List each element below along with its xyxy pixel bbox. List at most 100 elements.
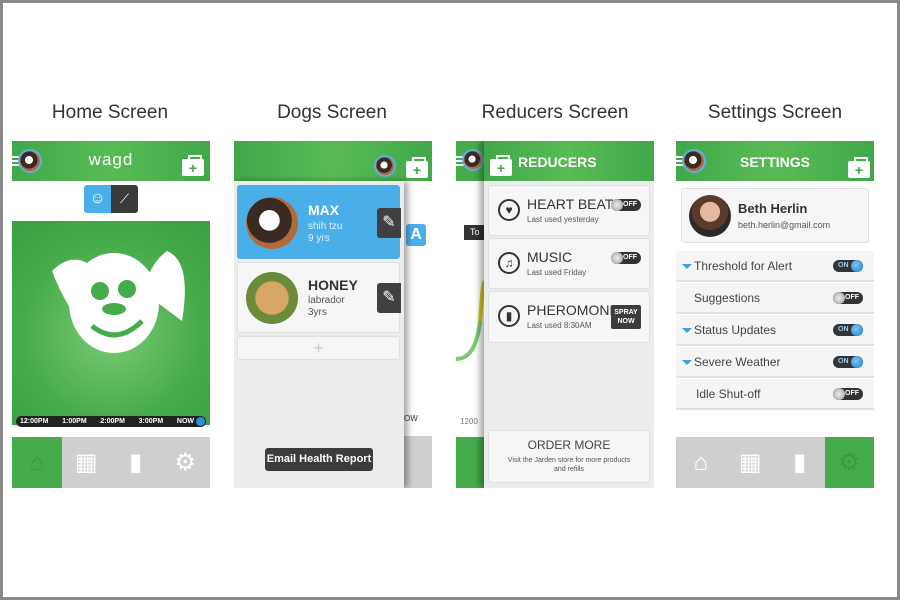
dogs-screen: A OW MAX shih tzu 9 yrs ✎ HONEY labrador… — [234, 141, 432, 488]
timeline-label: 12:00PM — [20, 418, 49, 425]
setting-severe-weather[interactable]: Severe Weather ON — [676, 347, 874, 378]
view-toggle: ☺ ⟋ — [84, 185, 138, 213]
dog-mascot-icon — [52, 251, 185, 353]
timeline-label: 1:00PM — [62, 418, 87, 425]
heart-icon: ♥ — [498, 199, 520, 221]
expand-arrow-icon[interactable] — [682, 264, 692, 269]
background-home-fragment: A OW — [404, 181, 432, 488]
dog-face-icon[interactable]: ☺ — [84, 185, 111, 213]
fragment-letter: A — [406, 224, 426, 246]
edit-pencil-icon[interactable]: ✎ — [377, 208, 401, 238]
fragment-tab: To — [464, 225, 484, 240]
fragment-time: 1200 — [460, 417, 478, 426]
dogs-drawer: MAX shih tzu 9 yrs ✎ HONEY labrador 3yrs… — [234, 181, 404, 488]
status-updates-toggle[interactable]: ON — [833, 324, 863, 336]
dog-breed: shih tzu — [308, 221, 343, 232]
dog-item-max[interactable]: MAX shih tzu 9 yrs ✎ — [237, 185, 401, 259]
setting-suggestions[interactable]: Suggestions OFF — [676, 283, 874, 314]
dog-age: 9 yrs — [308, 233, 330, 244]
suggestions-toggle[interactable]: OFF — [833, 292, 863, 304]
music-toggle[interactable]: OFF — [611, 252, 641, 264]
first-aid-kit-icon[interactable] — [182, 155, 204, 176]
email-health-report-button[interactable]: Email Health Report — [265, 448, 373, 471]
heart-beat-toggle[interactable]: OFF — [611, 199, 641, 211]
header: wagd — [12, 141, 210, 181]
timeline-label: 2:00PM — [100, 418, 125, 425]
reducer-last-used: Last used yesterday — [527, 215, 599, 224]
dog-breed: labrador — [308, 295, 345, 306]
dog-status-panel: 12:00PM 1:00PM 2:00PM 3:00PM NOW — [12, 221, 210, 427]
user-email: beth.herlin@gmail.com — [738, 220, 831, 230]
page-title: SETTINGS — [739, 154, 810, 170]
dog-photo — [246, 197, 298, 249]
bottom-nav: ⌂ ▦ ▮ ⚙ — [676, 437, 874, 488]
spray-can-icon: ▮ — [498, 305, 520, 327]
add-dog-button[interactable]: + — [237, 336, 400, 360]
setting-idle-shut-off[interactable]: Idle Shut-off OFF — [676, 379, 874, 410]
drawer-title: REDUCERS — [518, 154, 597, 170]
home-icon[interactable]: ⌂ — [12, 437, 62, 488]
dogs-screen-title: Dogs Screen — [277, 102, 387, 123]
dog-name: HONEY — [308, 277, 358, 293]
dog-avatar[interactable] — [462, 149, 484, 171]
setting-status-updates[interactable]: Status Updates ON — [676, 315, 874, 346]
reducers-screen: To 1200 REDUCERS ♥ HEART BEAT Last used … — [456, 141, 654, 488]
reducer-name: MUSIC — [527, 249, 573, 265]
timeline-handle[interactable] — [196, 417, 205, 426]
user-avatar — [689, 195, 731, 237]
reducers-screen-title: Reducers Screen — [481, 102, 629, 123]
calendar-icon[interactable]: ▦ — [726, 437, 776, 488]
edit-pencil-icon[interactable]: ✎ — [377, 283, 401, 313]
header: REDUCERS — [484, 141, 654, 181]
user-profile-card[interactable]: Beth Herlin beth.herlin@gmail.com — [681, 188, 869, 243]
expand-arrow-icon[interactable] — [682, 360, 692, 365]
spray-now-button[interactable]: SPRAY NOW — [611, 305, 641, 329]
calendar-icon[interactable]: ▦ — [62, 437, 112, 488]
plus-icon: + — [313, 338, 324, 358]
idle-shut-off-toggle[interactable]: OFF — [833, 388, 863, 400]
reducer-last-used: Last used Friday — [527, 268, 587, 277]
line-chart-icon[interactable]: ⟋ — [111, 185, 138, 213]
fragment-time: OW — [404, 414, 418, 423]
settings-screen: SETTINGS Beth Herlin beth.herlin@gmail.c… — [676, 141, 874, 488]
bottom-nav: ⌂ ▦ ▮ ⚙ — [12, 437, 210, 488]
gear-icon[interactable]: ⚙ — [824, 437, 874, 488]
reducer-name: HEART BEAT — [527, 196, 614, 212]
header: SETTINGS — [676, 141, 874, 181]
home-icon[interactable]: ⌂ — [676, 437, 726, 488]
reducer-name: PHEROMONE — [527, 302, 619, 318]
first-aid-kit-icon — [490, 155, 512, 176]
dog-item-honey[interactable]: HONEY labrador 3yrs ✎ — [237, 262, 401, 333]
settings-screen-title: Settings Screen — [707, 102, 843, 123]
home-screen-title: Home Screen — [51, 102, 169, 123]
background-home-fragment: To 1200 — [456, 141, 484, 488]
first-aid-kit-icon[interactable] — [848, 157, 870, 178]
dog-name: MAX — [308, 202, 340, 218]
reducers-drawer: REDUCERS ♥ HEART BEAT Last used yesterda… — [484, 141, 654, 488]
reducer-last-used: Last used 8:30AM — [527, 321, 592, 330]
reducer-heart-beat: ♥ HEART BEAT Last used yesterday OFF — [488, 185, 650, 236]
reducer-pheromone: ▮ PHEROMONE Last used 8:30AM SPRAY NOW — [488, 291, 650, 343]
music-note-icon: ♫ — [498, 252, 520, 274]
threshold-toggle[interactable]: ON — [833, 260, 863, 272]
dog-age: 3yrs — [308, 307, 327, 318]
user-name: Beth Herlin — [738, 201, 808, 216]
severe-weather-toggle[interactable]: ON — [833, 356, 863, 368]
expand-arrow-icon[interactable] — [682, 328, 692, 333]
app-logo: wagd — [88, 150, 134, 169]
timeline-label: NOW — [176, 418, 194, 425]
order-more-title: ORDER MORE — [527, 438, 611, 452]
bar-chart-icon[interactable]: ▮ — [111, 437, 161, 488]
bar-chart-icon[interactable]: ▮ — [775, 437, 825, 488]
header — [234, 141, 432, 181]
setting-threshold-for-alert[interactable]: Threshold for Alert ON — [676, 251, 874, 282]
reducer-music: ♫ MUSIC Last used Friday OFF — [488, 238, 650, 289]
timeline-label: 3:00PM — [138, 418, 164, 425]
timeline-bar[interactable]: 12:00PM 1:00PM 2:00PM 3:00PM NOW — [16, 416, 206, 427]
order-more-subtitle: Visit the Jarden store for more products… — [507, 457, 631, 473]
first-aid-kit-icon[interactable] — [406, 157, 428, 178]
gear-icon[interactable]: ⚙ — [161, 437, 211, 488]
dog-photo — [246, 272, 298, 324]
order-more-button[interactable]: ORDER MORE Visit the Jarden store for mo… — [488, 430, 650, 483]
dog-avatar[interactable] — [374, 155, 396, 177]
